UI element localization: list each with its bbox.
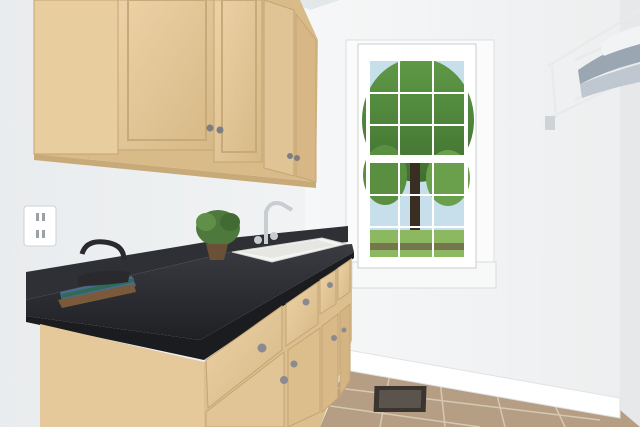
electrical-outlet <box>23 205 57 247</box>
floor-vent-grille <box>378 390 422 408</box>
faucet-handle <box>254 236 262 244</box>
laundry-room-photo <box>0 0 640 427</box>
shelf-bracket <box>545 116 555 130</box>
photo-canvas <box>0 0 640 427</box>
faucet-handle-right <box>270 232 278 240</box>
upper-cabinet <box>33 0 318 188</box>
